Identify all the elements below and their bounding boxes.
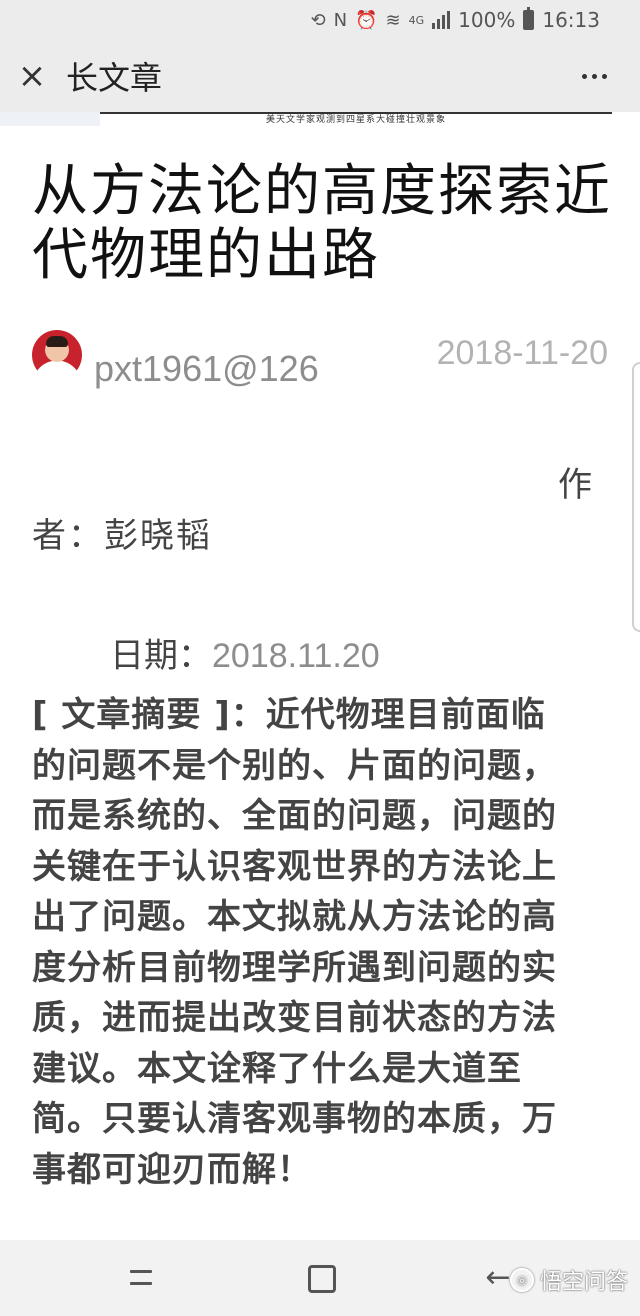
date-label: 日期： [110, 636, 212, 676]
abstract-line: 建议。本文诠释了什么是大道至 [32, 1048, 522, 1089]
system-nav-bar: ← ◎ 悟空问答 [0, 1240, 640, 1316]
wifi-icon: ≋ [385, 9, 401, 31]
recent-apps-button[interactable] [120, 1258, 160, 1298]
wukong-logo-icon: ◎ [509, 1268, 534, 1292]
4g-icon: 4G [408, 13, 425, 27]
close-button[interactable]: × [0, 40, 64, 112]
more-dot [591, 73, 597, 79]
battery-icon [523, 7, 535, 30]
nfc-icon: N [333, 9, 348, 31]
status-bar: ⟲ N ⏰ ≋ 4G 100% 16:13 [0, 0, 640, 40]
battery-percent: 100% [458, 8, 516, 32]
abstract-line: 出了问题。本文拟就从方法论的高 [32, 897, 557, 937]
article-content[interactable]: 美天文学家观测到四星系大碰撞壮观景象 从方法论的高度探索近代物理的出路 pxt1… [0, 112, 640, 1240]
author-label-part1: 作 [558, 465, 592, 505]
page-title: 长文章 [66, 59, 163, 97]
image-banner-strip: 美天文学家观测到四星系大碰撞壮观景象 [0, 112, 612, 126]
abstract-line: 度分析目前物理学所遇到问题的实 [32, 947, 557, 988]
more-button[interactable] [574, 56, 614, 96]
home-button[interactable] [300, 1258, 340, 1298]
more-dot [601, 73, 607, 79]
abstract-line: [ 文章摘要 ]：近代物理目前面临 [32, 695, 546, 735]
abstract-line: 简。只要认清客观事物的本质，万 [32, 1099, 557, 1139]
article-title: 从方法论的高度探索近代物理的出路 [32, 159, 612, 288]
abstract-line: 的问题不是个别的、片面的问题， [32, 745, 557, 786]
app-bar: × 长文章 [0, 40, 640, 112]
back-arrow-icon: ← [485, 1260, 511, 1295]
watermark: ◎ 悟空问答 [509, 1264, 628, 1296]
avatar[interactable] [32, 330, 82, 380]
article-date-line: 日期：2018.11.20 [110, 628, 380, 677]
date-value: 2018.11.20 [212, 637, 380, 675]
status-time: 16:13 [542, 8, 600, 32]
alarm-icon: ⏰ [355, 9, 378, 31]
article-abstract: [ 文章摘要 ]：近代物理目前面临 的问题不是个别的、片面的问题， 而是系统的、… [32, 690, 588, 1195]
abstract-line: 关键在于认识客观世界的方法论上 [32, 846, 557, 887]
author-handle[interactable]: pxt1961@126 [94, 348, 319, 390]
abstract-line: 而是系统的、全面的问题，问题的 [32, 796, 557, 836]
abstract-line: 事都可迎刃而解！ [32, 1149, 312, 1190]
close-icon: × [17, 56, 47, 96]
author-label-part2: 者：彭晓韬 [32, 516, 212, 556]
watermark-text: 悟空问答 [539, 1270, 628, 1295]
sync-icon: ⟲ [310, 9, 326, 31]
post-date: 2018-11-20 [436, 334, 608, 372]
side-scroll-handle[interactable] [632, 362, 640, 632]
abstract-line: 质，进而提出改变目前状态的方法 [32, 998, 557, 1038]
more-dot [581, 73, 587, 79]
signal-icon [432, 11, 451, 29]
